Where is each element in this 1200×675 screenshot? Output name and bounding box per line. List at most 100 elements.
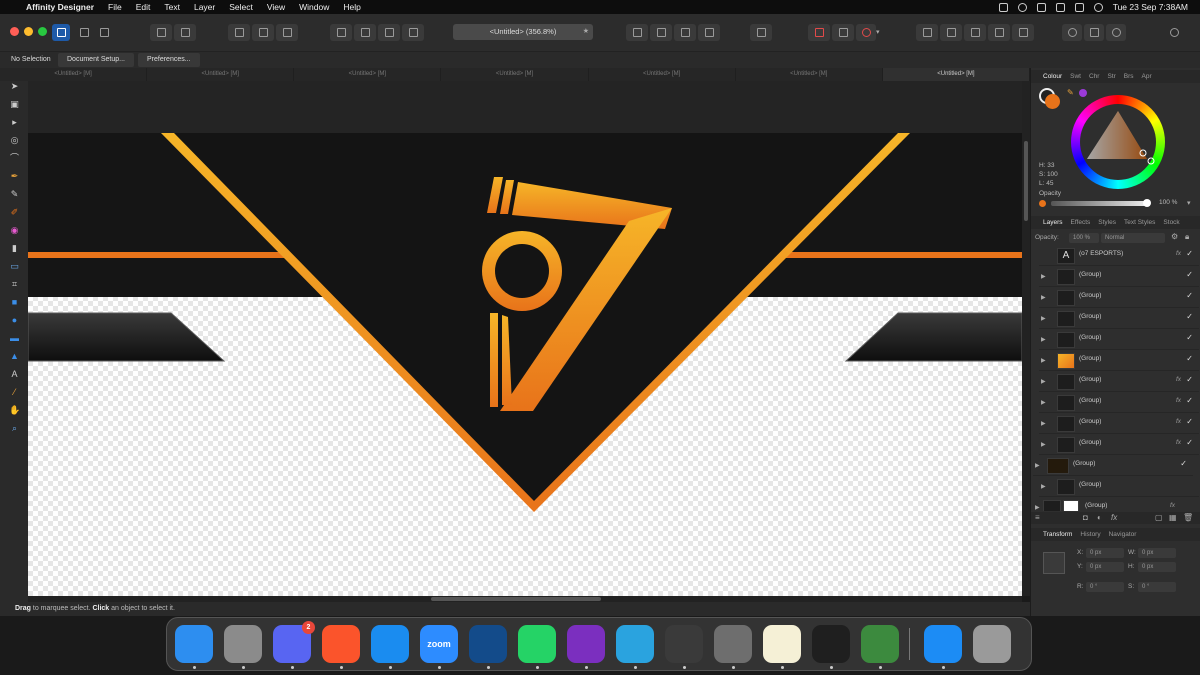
preferences-button[interactable]: Preferences... — [138, 53, 200, 67]
pen-tool-icon[interactable]: ✒ — [9, 171, 20, 182]
fx-icon[interactable]: fx — [1176, 376, 1181, 383]
visibility-checkbox[interactable]: ✓ — [1186, 354, 1193, 363]
expand-arrow-icon[interactable]: ▶ — [1041, 483, 1046, 490]
tab-styles[interactable]: Styles — [1098, 219, 1116, 226]
corner-tool-icon[interactable]: ⌒ — [9, 153, 20, 164]
rectangle-tool-icon[interactable]: ■ — [9, 297, 20, 308]
expand-arrow-icon[interactable]: ▶ — [1035, 504, 1040, 511]
tab-swatches[interactable]: Swt — [1070, 73, 1081, 80]
menu-layer[interactable]: Layer — [194, 2, 215, 12]
colour-wheel[interactable] — [1071, 95, 1165, 189]
vertical-scroll-thumb[interactable] — [1024, 141, 1028, 221]
pencil-tool-icon[interactable]: ✎ — [9, 189, 20, 200]
text-tool-icon[interactable]: A — [9, 369, 20, 380]
expand-arrow-icon[interactable]: ▶ — [1041, 378, 1046, 385]
anchor-point-selector[interactable] — [1043, 552, 1065, 574]
menu-window[interactable]: Window — [299, 2, 329, 12]
zoom-window-button[interactable] — [38, 27, 47, 36]
layer-row[interactable]: ▶ (Group) ✓ — [1039, 351, 1199, 371]
horizontal-scroll-thumb[interactable] — [431, 597, 601, 601]
sync-icon[interactable] — [998, 2, 1008, 12]
dock-app-store-icon[interactable] — [924, 625, 962, 663]
tab-layers[interactable]: Layers — [1043, 219, 1063, 226]
flip-horizontal-button[interactable] — [626, 24, 648, 41]
lock-icon[interactable]: 🔒︎ — [1185, 232, 1189, 242]
dock-whatsapp-icon[interactable] — [518, 625, 556, 663]
doc-tab[interactable]: <Untitled> [M] — [147, 68, 295, 81]
menu-edit[interactable]: Edit — [136, 2, 151, 12]
share-button[interactable] — [150, 24, 172, 41]
account-icon[interactable] — [1164, 24, 1184, 41]
tab-stock[interactable]: Stock — [1163, 219, 1179, 226]
arrange-forward-button[interactable] — [378, 24, 400, 41]
arrange-back-button[interactable] — [330, 24, 352, 41]
fx-icon[interactable]: fx — [1176, 250, 1181, 257]
arrange-backward-button[interactable] — [354, 24, 376, 41]
zoom-tool-icon[interactable]: ⌕ — [9, 423, 20, 434]
siri-icon[interactable] — [1093, 2, 1103, 12]
doc-tab[interactable]: <Untitled> [M] — [294, 68, 442, 81]
rotate-right-button[interactable] — [698, 24, 720, 41]
visibility-checkbox[interactable]: ✓ — [1180, 459, 1187, 468]
tab-brushes[interactable]: Brs — [1124, 73, 1134, 80]
layer-row[interactable]: ▶ (Group) ✓ — [1039, 288, 1199, 308]
document-title[interactable]: <Untitled> (356.8%) ★ — [453, 24, 593, 40]
tab-text-styles[interactable]: Text Styles — [1124, 219, 1155, 226]
vertical-scrollbar[interactable] — [1022, 81, 1030, 596]
menu-view[interactable]: View — [267, 2, 285, 12]
wifi-icon[interactable] — [1036, 2, 1046, 12]
layer-row[interactable]: ▶ (Group) ✓ — [1039, 267, 1199, 287]
boolean-subtract-button[interactable] — [940, 24, 962, 41]
h-field[interactable]: 0 px — [1138, 562, 1176, 572]
chevron-down-icon[interactable]: ▾ — [876, 28, 880, 36]
close-window-button[interactable] — [10, 27, 19, 36]
expand-arrow-icon[interactable]: ▶ — [1035, 462, 1040, 469]
menu-help[interactable]: Help — [343, 2, 360, 12]
fill-swatch[interactable] — [1045, 94, 1060, 109]
align-button[interactable] — [252, 24, 274, 41]
fx-icon[interactable]: fx — [1176, 397, 1181, 404]
dock-affinity-designer-icon[interactable] — [469, 625, 507, 663]
layers-stack-icon[interactable]: ≡ — [1035, 513, 1040, 522]
shear-field[interactable]: 0 ° — [1138, 582, 1176, 592]
tab-character[interactable]: Chr — [1089, 73, 1099, 80]
expand-arrow-icon[interactable]: ▶ — [1041, 336, 1046, 343]
layer-row[interactable]: ▶ (Group) fx ✓ — [1039, 393, 1199, 413]
record-icon[interactable] — [1017, 2, 1027, 12]
expand-arrow-icon[interactable]: ▶ — [1041, 273, 1046, 280]
layer-row[interactable]: ▶ (Group) ✓ — [1039, 330, 1199, 350]
fill-tool-icon[interactable]: ◉ — [9, 225, 20, 236]
doc-tab[interactable]: <Untitled> [M] — [441, 68, 589, 81]
minimize-window-button[interactable] — [24, 27, 33, 36]
dock-zoom-icon[interactable]: zoom — [420, 625, 458, 663]
x-field[interactable]: 0 px — [1086, 548, 1124, 558]
assistant-button[interactable] — [174, 24, 196, 41]
expand-arrow-icon[interactable]: ▶ — [1041, 357, 1046, 364]
y-field[interactable]: 0 px — [1086, 562, 1124, 572]
boolean-xor-button[interactable] — [988, 24, 1010, 41]
visibility-checkbox[interactable]: ✓ — [1186, 438, 1193, 447]
eyedropper-tool-icon[interactable]: ⁄ — [9, 387, 20, 398]
rounded-rectangle-tool-icon[interactable]: ▬ — [9, 333, 20, 344]
fx-icon[interactable]: fx — [1176, 418, 1181, 425]
move-tool-icon[interactable]: ➤ — [9, 81, 20, 92]
display-icon[interactable] — [1055, 2, 1065, 12]
dock-launchpad-icon[interactable] — [224, 625, 262, 663]
designer-persona-button[interactable] — [52, 24, 70, 41]
control-center-icon[interactable] — [1074, 2, 1084, 12]
visibility-checkbox[interactable]: ✓ — [1186, 249, 1193, 258]
snapping-button[interactable] — [228, 24, 250, 41]
tab-transform[interactable]: Transform — [1043, 531, 1072, 538]
layer-row[interactable]: ▶ (Group) ✓ — [1033, 456, 1193, 476]
transparency-tool-icon[interactable]: ▮ — [9, 243, 20, 254]
new-layer-icon[interactable]: ▢ — [1155, 513, 1163, 522]
trash-icon[interactable]: 🗑︎ — [1183, 513, 1193, 522]
arrange-front-button[interactable] — [402, 24, 424, 41]
expand-arrow-icon[interactable]: ▶ — [1041, 399, 1046, 406]
dock-metatrader-icon[interactable] — [861, 625, 899, 663]
opacity-slider[interactable] — [1051, 199, 1151, 207]
tab-colour[interactable]: Colour — [1043, 73, 1062, 80]
visibility-checkbox[interactable]: ✓ — [1186, 396, 1193, 405]
visibility-checkbox[interactable]: ✓ — [1186, 291, 1193, 300]
visibility-checkbox[interactable]: ✓ — [1186, 375, 1193, 384]
